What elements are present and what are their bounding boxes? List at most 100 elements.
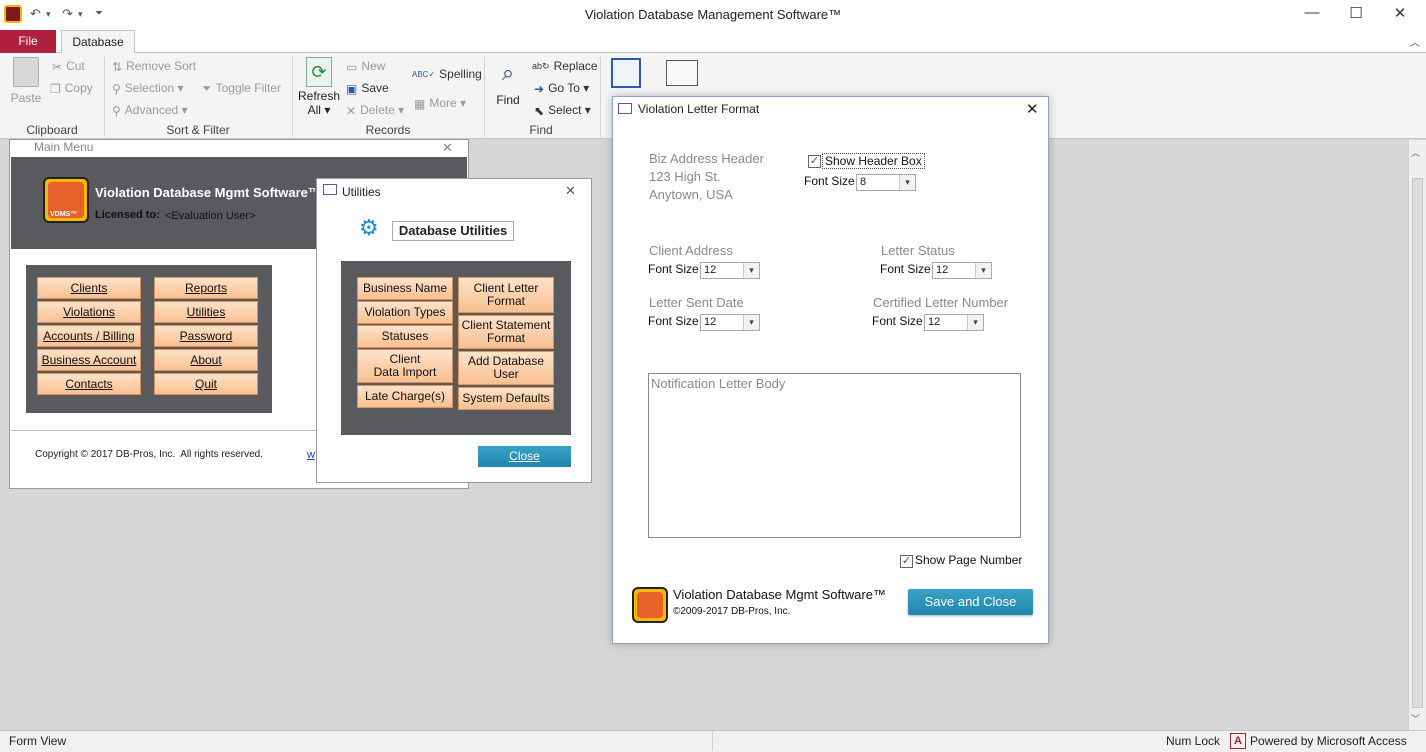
utilities-button[interactable]: Utilities	[154, 301, 258, 323]
selection-icon: ⚲	[112, 81, 121, 96]
advanced-filter-icon: ⚲	[112, 103, 121, 118]
clients-button[interactable]: Clients	[37, 277, 141, 299]
vdms-logo	[632, 587, 668, 623]
vertical-scrollbar[interactable]: ︿ ﹀	[1408, 140, 1426, 730]
dialog-close-icon[interactable]: ✕	[1026, 100, 1039, 118]
utilities-close-icon[interactable]: ✕	[565, 183, 576, 199]
refresh-all-label: All ▾	[307, 103, 331, 117]
website-link[interactable]: w	[307, 449, 315, 461]
tab-database[interactable]: Database	[61, 30, 135, 54]
paste-label: Paste	[10, 91, 42, 105]
switch-windows-icon[interactable]	[666, 60, 698, 86]
replace-button[interactable]: ab↻ Replace	[532, 59, 598, 73]
business-name-button[interactable]: Business Name	[357, 277, 453, 300]
add-database-user-button[interactable]: Add Database User	[458, 351, 554, 385]
biz-header-line-3: Anytown, USA	[649, 187, 733, 202]
ribbon-separator	[484, 57, 485, 137]
maximize-button[interactable]: ☐	[1336, 4, 1376, 26]
toggle-filter-label: Toggle Filter	[215, 81, 281, 95]
toggle-filter-button[interactable]: ⏷ Toggle Filter	[202, 81, 281, 96]
delete-record-button[interactable]: ✕ Delete ▾	[346, 103, 404, 118]
letter-sent-font-select[interactable]: 12 ▾	[700, 314, 760, 331]
powered-by-status: Powered by Microsoft Access	[1250, 734, 1407, 748]
replace-label: Replace	[553, 59, 598, 73]
save-and-close-button[interactable]: Save and Close	[908, 589, 1033, 615]
ribbon-separator	[104, 57, 105, 137]
selection-button[interactable]: ⚲ Selection ▾	[112, 81, 184, 96]
find-button[interactable]: ⌕ Find	[490, 59, 526, 107]
main-menu-close-icon[interactable]: ✕	[442, 140, 453, 156]
system-defaults-button[interactable]: System Defaults	[458, 387, 554, 410]
tab-file[interactable]: File	[0, 30, 56, 53]
password-button[interactable]: Password	[154, 325, 258, 347]
notification-letter-body-textarea[interactable]: Notification Letter Body	[648, 373, 1021, 538]
advanced-button[interactable]: ⚲ Advanced ▾	[112, 103, 188, 118]
violation-letter-format-dialog: Violation Letter Format ✕ Biz Address He…	[612, 96, 1049, 644]
save-label: Save	[361, 81, 389, 95]
scroll-up-icon[interactable]: ︿	[1411, 146, 1420, 159]
statuses-button[interactable]: Statuses	[357, 325, 453, 348]
access-icon: A	[1230, 733, 1246, 749]
header-font-size-label: Font Size	[804, 174, 855, 188]
show-page-number-checkbox[interactable]: ✓	[900, 555, 913, 568]
more-button[interactable]: ▦ More ▾	[414, 96, 466, 111]
refresh-all-button[interactable]: ⟳ Refresh All ▾	[298, 57, 340, 117]
scroll-thumb[interactable]	[1412, 178, 1423, 708]
reports-button[interactable]: Reports	[154, 277, 258, 299]
header-font-size-select[interactable]: 8 ▾	[856, 174, 916, 191]
cut-button[interactable]: ✂ Cut	[52, 59, 85, 74]
client-letter-format-button[interactable]: Client Letter Format	[458, 277, 554, 313]
select-button[interactable]: ⬉ Select ▾	[534, 103, 591, 118]
business-account-button[interactable]: Business Account	[37, 349, 141, 371]
more-icon: ▦	[414, 96, 426, 111]
chevron-down-icon: ▾	[899, 175, 915, 190]
new-record-button[interactable]: ▭ New	[346, 59, 385, 74]
client-data-import-button[interactable]: Client Data Import	[357, 349, 453, 383]
dialog-title: Violation Letter Format	[638, 102, 760, 116]
scissors-icon: ✂	[52, 59, 63, 74]
show-header-box-label: Show Header Box	[822, 153, 925, 169]
new-record-icon: ▭	[346, 59, 358, 74]
replace-icon: ab↻	[532, 61, 550, 72]
ribbon-tabs: File Database ︿	[0, 30, 1426, 54]
utilities-buttons-panel: Business Name Violation Types Statuses C…	[341, 261, 571, 435]
violation-types-button[interactable]: Violation Types	[357, 301, 453, 324]
contacts-button[interactable]: Contacts	[37, 373, 141, 395]
client-statement-format-button[interactable]: Client Statement Format	[458, 315, 554, 349]
show-header-box-checkbox[interactable]: ✓	[808, 155, 821, 168]
letter-status-font-select[interactable]: 12 ▾	[932, 262, 992, 279]
app-name: Violation Database Mgmt Software™	[95, 185, 315, 200]
close-button[interactable]: ✕	[1380, 4, 1420, 26]
find-label: Find	[496, 93, 520, 107]
copy-button[interactable]: ❐ Copy	[50, 81, 93, 96]
certified-font-label: Font Size	[872, 314, 923, 328]
scroll-down-icon[interactable]: ﹀	[1411, 712, 1420, 725]
spelling-button[interactable]: ABC✓ Spelling	[412, 67, 482, 81]
copy-icon: ❐	[50, 81, 61, 96]
letter-sent-font-label: Font Size	[648, 314, 699, 328]
refresh-label: Refresh	[298, 89, 341, 103]
late-charges-button[interactable]: Late Charge(s)	[357, 385, 453, 408]
form-icon[interactable]	[611, 58, 641, 88]
form-view-status: Form View	[9, 734, 67, 748]
accounts-billing-button[interactable]: Accounts / Billing	[37, 325, 141, 347]
utilities-close-button[interactable]: Close	[478, 446, 571, 467]
about-button[interactable]: About	[154, 349, 258, 371]
spelling-label: Spelling	[439, 67, 482, 81]
client-address-font-select[interactable]: 12 ▾	[700, 262, 760, 279]
gears-icon: ⚙	[359, 215, 379, 240]
quit-button[interactable]: Quit	[154, 373, 258, 395]
remove-sort-button[interactable]: ⇅ Remove Sort	[112, 59, 196, 74]
utilities-titlebar: Utilities ✕	[317, 179, 591, 201]
remove-sort-label: Remove Sort	[126, 59, 197, 73]
paste-button[interactable]: Paste	[10, 57, 42, 105]
collapse-ribbon-icon[interactable]: ︿	[1410, 34, 1420, 49]
body-placeholder: Notification Letter Body	[651, 376, 786, 391]
save-record-button[interactable]: ▣ Save	[346, 81, 389, 96]
minimize-button[interactable]: —	[1292, 4, 1332, 26]
numlock-status: Num Lock	[1166, 734, 1221, 748]
new-label: New	[361, 59, 386, 73]
certified-font-select[interactable]: 12 ▾	[924, 314, 984, 331]
violations-button[interactable]: Violations	[37, 301, 141, 323]
goto-button[interactable]: ➜ Go To ▾	[534, 81, 589, 96]
